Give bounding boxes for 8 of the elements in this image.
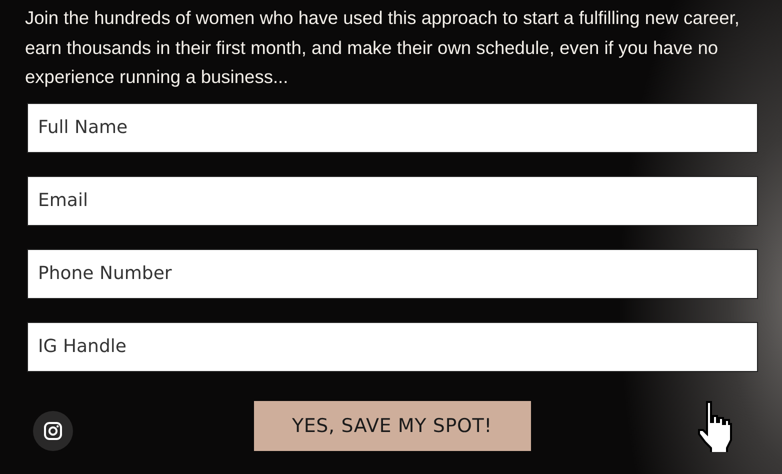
instagram-icon[interactable] <box>33 410 73 450</box>
submit-button[interactable]: YES, SAVE MY SPOT! <box>254 400 530 450</box>
intro-text: Join the hundreds of women who have used this approach to start a fulfilling new career, earn thousands in their first month, and make their own schedule, even if you have no experience running a business... <box>25 6 740 89</box>
hand-cursor-icon <box>697 400 735 452</box>
input-field[interactable]: Phone Number <box>27 248 758 298</box>
input-field[interactable]: Full Name <box>27 102 758 152</box>
input-field[interactable]: Email <box>27 176 758 226</box>
input-field[interactable]: IG Handle <box>27 322 758 372</box>
